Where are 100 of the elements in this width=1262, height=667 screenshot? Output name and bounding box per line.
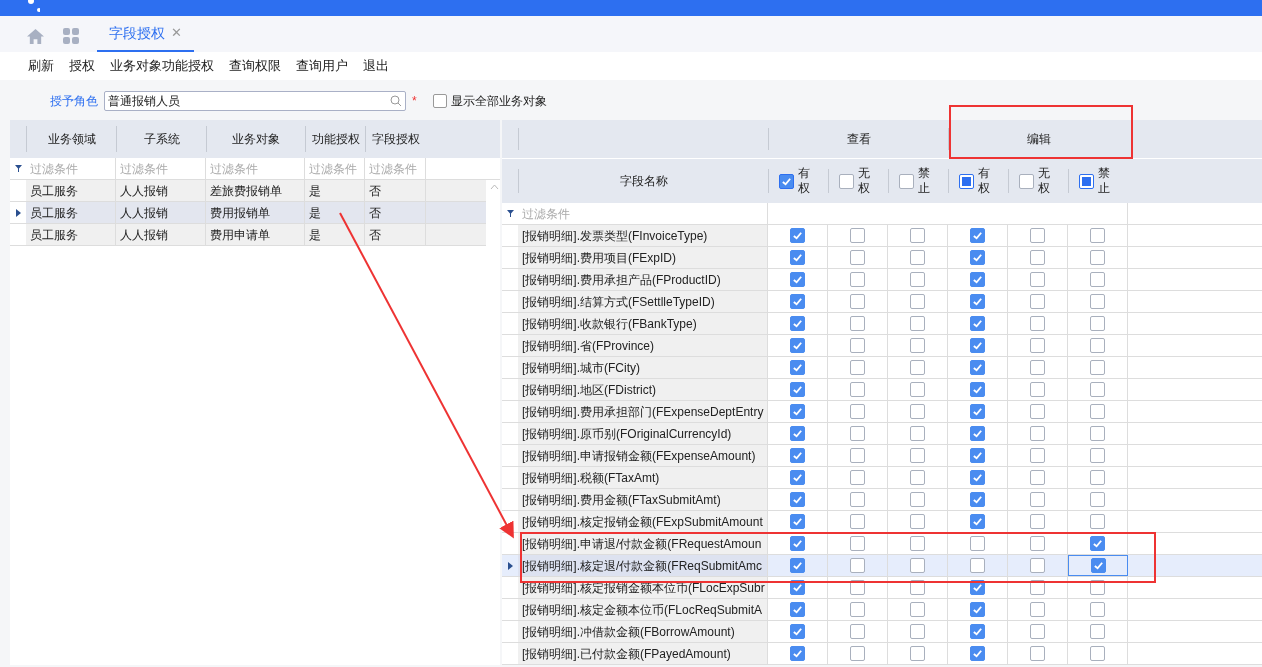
checkbox[interactable] [970, 426, 985, 441]
checkbox[interactable] [1030, 448, 1045, 463]
checkbox[interactable] [850, 558, 865, 573]
checkbox[interactable] [910, 470, 925, 485]
checkbox[interactable] [839, 173, 854, 189]
checkbox[interactable] [1030, 492, 1045, 507]
checkbox[interactable] [970, 228, 985, 243]
checkbox[interactable] [790, 294, 805, 309]
checkbox[interactable] [970, 624, 985, 639]
checkbox[interactable] [1090, 338, 1105, 353]
checkbox[interactable] [910, 558, 925, 573]
checkbox[interactable] [790, 602, 805, 617]
checkbox[interactable] [970, 250, 985, 265]
checkbox[interactable] [910, 250, 925, 265]
checkbox[interactable] [790, 558, 805, 573]
checkbox[interactable] [1030, 338, 1045, 353]
toolbar-button[interactable]: 授权 [69, 56, 95, 76]
checkbox[interactable] [1030, 228, 1045, 243]
checkbox[interactable] [970, 338, 985, 353]
search-icon[interactable] [390, 95, 402, 107]
table-row[interactable]: [报销明细].税额(FTaxAmt) [502, 467, 1262, 489]
table-row[interactable]: 员工服务 人人报销 费用报销单 是 否 [10, 202, 486, 224]
checkbox[interactable] [1019, 173, 1034, 189]
checkbox[interactable] [790, 404, 805, 419]
column-header[interactable]: 业务领域 [26, 126, 116, 152]
filter-icon[interactable] [506, 210, 514, 217]
table-row[interactable]: [报销明细].原币别(FOriginalCurrencyId) [502, 423, 1262, 445]
checkbox[interactable] [790, 646, 805, 661]
table-row[interactable]: 员工服务 人人报销 费用申请单 是 否 [10, 224, 486, 246]
checkbox[interactable] [850, 470, 865, 485]
checkbox[interactable] [1030, 624, 1045, 639]
checkbox[interactable] [899, 173, 914, 189]
column-header[interactable]: 字段名称 [518, 169, 768, 193]
checkbox[interactable] [910, 602, 925, 617]
checkbox[interactable] [1090, 250, 1105, 265]
table-row[interactable]: [报销明细].核定金额本位币(FLocReqSubmitA [502, 599, 1262, 621]
checkbox[interactable] [970, 360, 985, 375]
checkbox[interactable] [850, 338, 865, 353]
table-row[interactable]: [报销明细].地区(FDistrict) [502, 379, 1262, 401]
checkbox[interactable] [850, 294, 865, 309]
checkbox[interactable] [910, 426, 925, 441]
checkbox[interactable] [1090, 602, 1105, 617]
checkbox[interactable] [1030, 470, 1045, 485]
table-row[interactable]: [报销明细].费用承担产品(FProductID) [502, 269, 1262, 291]
checkbox[interactable] [1030, 646, 1045, 661]
checkbox[interactable] [1090, 558, 1106, 573]
checkbox[interactable] [790, 536, 805, 551]
tab[interactable]: 字段授权 ✕ [97, 16, 194, 52]
checkbox[interactable] [790, 316, 805, 331]
checkbox[interactable] [850, 624, 865, 639]
table-row[interactable]: [报销明细].结算方式(FSettlleTypeID) [502, 291, 1262, 313]
checkbox[interactable] [910, 646, 925, 661]
checkbox[interactable] [970, 602, 985, 617]
checkbox[interactable] [790, 448, 805, 463]
checkbox[interactable] [910, 536, 925, 551]
checkbox[interactable] [850, 250, 865, 265]
checkbox[interactable] [970, 404, 985, 419]
column-header[interactable]: 功能授权 [305, 126, 365, 152]
scroll-up-icon[interactable] [490, 184, 499, 190]
table-row[interactable]: [报销明细].核定报销金额(FExpSubmitAmount [502, 511, 1262, 533]
checkbox[interactable] [1090, 426, 1105, 441]
checkbox[interactable] [910, 272, 925, 287]
checkbox[interactable] [850, 404, 865, 419]
checkbox[interactable] [850, 448, 865, 463]
table-row[interactable]: [报销明细].申请退/付款金额(FRequestAmoun [502, 533, 1262, 555]
checkbox[interactable] [1030, 316, 1045, 331]
column-header[interactable]: 字段授权 [365, 126, 426, 152]
checkbox[interactable] [910, 338, 925, 353]
checkbox[interactable] [970, 470, 985, 485]
checkbox[interactable] [1030, 382, 1045, 397]
apps-grid-icon[interactable] [63, 28, 79, 44]
checkbox[interactable] [910, 382, 925, 397]
checkbox[interactable] [1090, 536, 1105, 551]
checkbox[interactable] [850, 360, 865, 375]
checkbox[interactable] [910, 228, 925, 243]
checkbox[interactable] [850, 272, 865, 287]
filter-icon[interactable] [14, 165, 22, 172]
table-row[interactable]: [报销明细].费用项目(FExpID) [502, 247, 1262, 269]
checkbox[interactable] [910, 514, 925, 529]
toolbar-button[interactable]: 查询权限 [229, 56, 281, 76]
checkbox[interactable] [850, 602, 865, 617]
table-row[interactable]: 员工服务 人人报销 差旅费报销单 是 否 [10, 180, 486, 202]
checkbox[interactable] [850, 646, 865, 661]
checkbox[interactable] [970, 294, 985, 309]
checkbox[interactable] [1090, 404, 1105, 419]
checkbox[interactable] [432, 94, 447, 108]
table-row[interactable]: [报销明细].城市(FCity) [502, 357, 1262, 379]
checkbox[interactable] [1030, 514, 1045, 529]
checkbox[interactable] [790, 624, 805, 639]
table-row[interactable]: [报销明细].省(FProvince) [502, 335, 1262, 357]
table-row[interactable]: [报销明细].收款银行(FBankType) [502, 313, 1262, 335]
checkbox[interactable] [1090, 470, 1105, 485]
checkbox[interactable] [1090, 294, 1105, 309]
checkbox[interactable] [850, 492, 865, 507]
column-header[interactable]: 业务对象 [206, 126, 305, 152]
checkbox[interactable] [970, 316, 985, 331]
checkbox[interactable] [790, 272, 805, 287]
table-row[interactable]: [报销明细].核定退/付款金额(FReqSubmitAmc [502, 555, 1262, 577]
checkbox[interactable] [850, 536, 865, 551]
checkbox[interactable] [790, 250, 805, 265]
